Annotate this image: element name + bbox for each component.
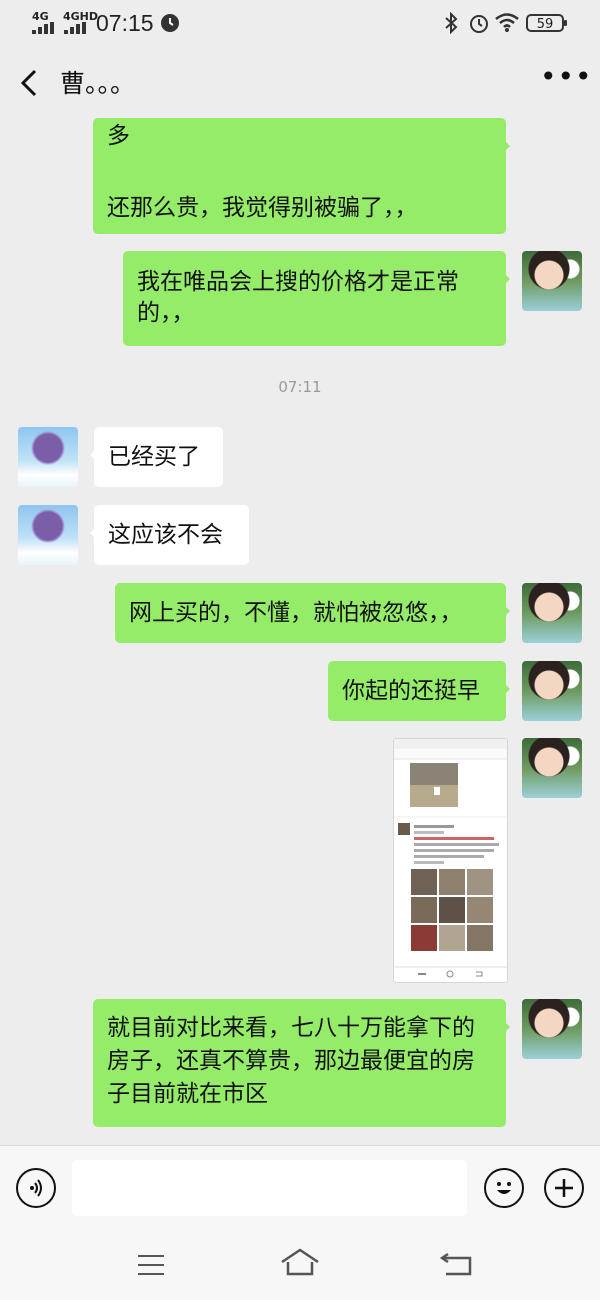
plus-icon[interactable] [544, 1168, 584, 1208]
alarm-icon [161, 14, 179, 32]
signal-bars-icon [32, 22, 54, 34]
message-bubble-mine[interactable]: 就目前对比来看，七八十万能拿下的房子，还真不算贵，那边最便宜的房子目前就在市区 [93, 999, 510, 1127]
message-bubble-mine[interactable]: 我在唯品会上搜的价格才是正常的，， [123, 251, 510, 346]
message-bubble-theirs[interactable]: 已经买了 [90, 427, 223, 487]
message-timestamp: 07:11 [278, 378, 322, 396]
more-options-icon[interactable]: ••• [540, 60, 593, 93]
chat-title: 曹。。。 [60, 69, 136, 98]
bluetooth-icon [445, 12, 458, 34]
emoji-icon[interactable] [484, 1168, 524, 1208]
contact-avatar[interactable] [18, 505, 78, 565]
message-bubble-mine[interactable]: 你起的还挺早 [328, 661, 510, 721]
image-message[interactable] [393, 738, 508, 983]
voice-icon[interactable] [16, 1168, 56, 1208]
screenshot-thumbnail [394, 739, 507, 978]
battery-indicator: 59 [526, 14, 567, 32]
message-input[interactable] [72, 1160, 467, 1216]
status-bar: 4G 4GHD 07:15 59 [0, 0, 600, 46]
contact-avatar[interactable] [18, 427, 78, 487]
my-avatar[interactable] [522, 583, 582, 643]
home-icon[interactable] [280, 1248, 320, 1278]
message-bubble-mine[interactable]: 网上买的，不懂，就怕被忽悠，， [115, 583, 510, 643]
wifi-icon [495, 13, 519, 32]
message-bubble-mine[interactable]: 多 还那么贵，我觉得别被骗了，， [93, 118, 510, 234]
chevron-left-icon[interactable] [18, 68, 40, 98]
my-avatar[interactable] [522, 251, 582, 311]
my-avatar[interactable] [522, 999, 582, 1059]
add-icon [555, 1179, 573, 1197]
message-bubble-theirs[interactable]: 这应该不会 [90, 505, 249, 565]
back-nav-icon[interactable] [440, 1250, 474, 1278]
menu-icon[interactable] [136, 1252, 166, 1278]
alarm-clock-icon [470, 15, 488, 33]
my-avatar[interactable] [522, 738, 582, 798]
smiley-face-icon [497, 1182, 511, 1194]
clock: 07:15 [96, 10, 154, 36]
voice-wave-icon [30, 1179, 42, 1197]
signal-bars-icon [64, 22, 86, 34]
my-avatar[interactable] [522, 661, 582, 721]
